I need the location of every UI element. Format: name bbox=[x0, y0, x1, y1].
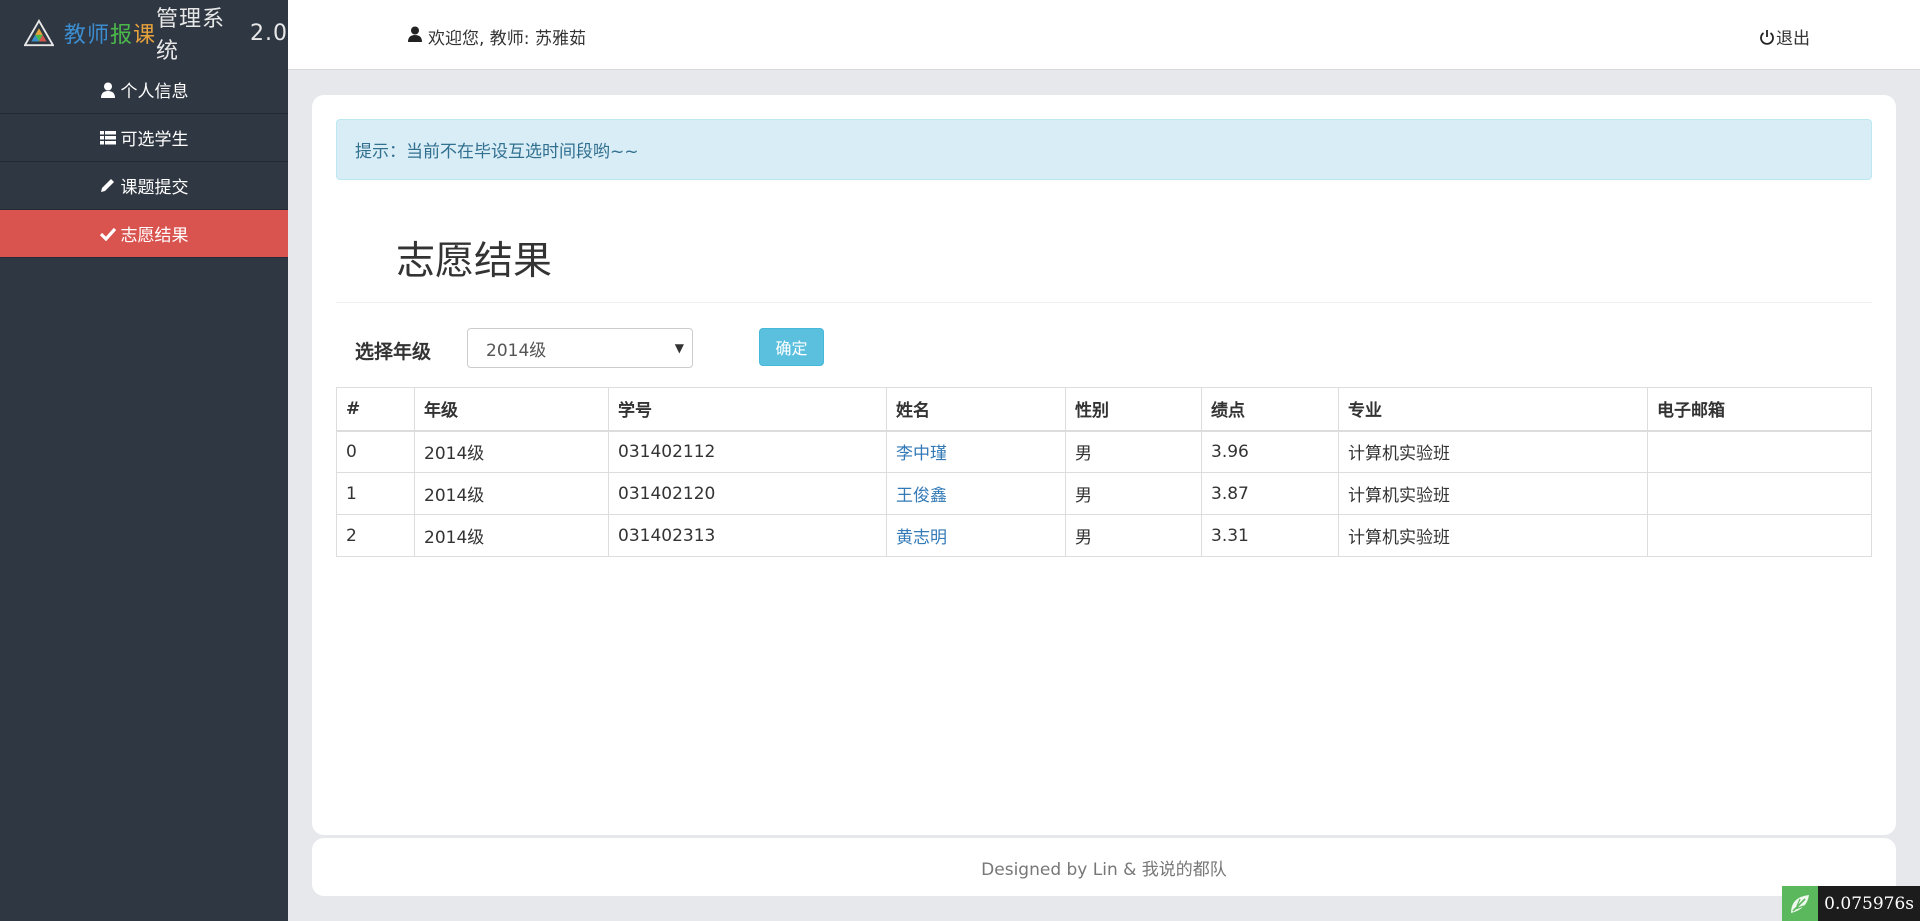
sidebar-item-profile[interactable]: 个人信息 bbox=[0, 66, 288, 114]
pencil-icon bbox=[100, 178, 116, 194]
brand-name: 管理系统 bbox=[155, 7, 225, 64]
table-row: 0 2014级 031402112 李中瑾 男 3.96 计算机实验班 bbox=[336, 430, 1872, 473]
sidebar-item-label: 可选学生 bbox=[120, 130, 189, 150]
list-icon bbox=[99, 130, 116, 146]
sidebar-item-label: 个人信息 bbox=[120, 82, 189, 102]
debug-timing-badge[interactable]: 0.075976s bbox=[1782, 886, 1920, 921]
page-title: 志愿结果 bbox=[396, 239, 553, 284]
table-row: 2 2014级 031402313 黄志明 男 3.31 计算机实验班 bbox=[336, 514, 1872, 557]
sidebar-item-label: 志愿结果 bbox=[120, 226, 189, 246]
col-header-major: 专业 bbox=[1338, 387, 1648, 432]
cell-major: 计算机实验班 bbox=[1338, 514, 1648, 557]
sidebar-item-label: 课题提交 bbox=[120, 178, 189, 198]
power-icon bbox=[1759, 29, 1775, 45]
brand[interactable]: 教师报课管理系统 2.0 bbox=[0, 0, 288, 66]
grade-select-value: 2014级 bbox=[486, 340, 547, 361]
cell-gender: 男 bbox=[1065, 514, 1202, 557]
footer-text: Designed by Lin & 我说的都队 bbox=[981, 859, 1227, 880]
cell-grade: 2014级 bbox=[414, 514, 609, 557]
logout-label: 退出 bbox=[1776, 29, 1810, 49]
check-icon bbox=[99, 226, 116, 242]
sidebar-item-results[interactable]: 志愿结果 bbox=[0, 210, 288, 258]
user-icon bbox=[408, 26, 422, 47]
cell-email bbox=[1647, 430, 1872, 473]
top-bar: 欢迎您, 教师: 苏雅茹 退出 bbox=[288, 0, 1920, 70]
divider bbox=[336, 302, 1872, 303]
cell-email bbox=[1647, 472, 1872, 515]
cell-index: 2 bbox=[336, 514, 415, 557]
info-alert: 提示：当前不在毕设互选时间段哟~~ bbox=[336, 119, 1872, 180]
cell-gpa: 3.31 bbox=[1201, 514, 1339, 557]
user-icon bbox=[100, 82, 116, 98]
cell-student-id: 031402112 bbox=[608, 430, 887, 473]
cell-gpa: 3.87 bbox=[1201, 472, 1339, 515]
cell-name: 黄志明 bbox=[886, 514, 1066, 557]
cell-grade: 2014级 bbox=[414, 472, 609, 515]
brand-char-4: 课 bbox=[132, 23, 156, 48]
brand-version: 2.0 bbox=[250, 20, 288, 46]
col-header-name: 姓名 bbox=[886, 387, 1066, 432]
cell-gender: 男 bbox=[1065, 472, 1202, 515]
cell-gpa: 3.96 bbox=[1201, 430, 1339, 473]
grade-select[interactable]: 2014级 ▼ bbox=[467, 328, 693, 368]
sidebar: 教师报课管理系统 2.0 个人信息 可选学生 课题提交 志愿结果 bbox=[0, 0, 288, 921]
cell-student-id: 031402313 bbox=[608, 514, 887, 557]
cell-name: 王俊鑫 bbox=[886, 472, 1066, 515]
cell-grade: 2014级 bbox=[414, 430, 609, 473]
col-header-grade: 年级 bbox=[414, 387, 609, 432]
cell-student-id: 031402120 bbox=[608, 472, 887, 515]
student-name-link[interactable]: 王俊鑫 bbox=[896, 486, 947, 506]
col-header-gender: 性别 bbox=[1065, 387, 1202, 432]
welcome-message: 欢迎您, 教师: 苏雅茹 bbox=[408, 24, 586, 49]
sidebar-item-topic-submit[interactable]: 课题提交 bbox=[0, 162, 288, 210]
leaf-icon bbox=[1782, 886, 1819, 921]
col-header-index: # bbox=[336, 387, 415, 432]
main-panel: 提示：当前不在毕设互选时间段哟~~ 志愿结果 选择年级 2014级 ▼ 确定 #… bbox=[312, 95, 1896, 835]
table-row: 1 2014级 031402120 王俊鑫 男 3.87 计算机实验班 bbox=[336, 472, 1872, 515]
confirm-button[interactable]: 确定 bbox=[759, 328, 824, 366]
caret-down-icon: ▼ bbox=[674, 341, 684, 355]
logo-icon bbox=[24, 19, 54, 47]
brand-char-1: 教 bbox=[63, 23, 87, 48]
brand-char-3: 报 bbox=[109, 23, 133, 48]
grade-label: 选择年级 bbox=[355, 341, 432, 363]
cell-major: 计算机实验班 bbox=[1338, 430, 1648, 473]
table-header-row: # 年级 学号 姓名 性别 绩点 专业 电子邮箱 bbox=[336, 387, 1872, 432]
alert-text: 提示：当前不在毕设互选时间段哟~~ bbox=[355, 142, 639, 162]
student-name-link[interactable]: 黄志明 bbox=[896, 528, 947, 548]
results-table: # 年级 学号 姓名 性别 绩点 专业 电子邮箱 0 2014级 0314021… bbox=[336, 387, 1872, 557]
col-header-student-id: 学号 bbox=[608, 387, 887, 432]
brand-char-2: 师 bbox=[86, 23, 110, 48]
cell-email bbox=[1647, 514, 1872, 557]
student-name-link[interactable]: 李中瑾 bbox=[896, 444, 947, 464]
timing-value: 0.075976s bbox=[1818, 886, 1920, 921]
col-header-email: 电子邮箱 bbox=[1647, 387, 1872, 432]
sidebar-item-students[interactable]: 可选学生 bbox=[0, 114, 288, 162]
welcome-text: 欢迎您, 教师: 苏雅茹 bbox=[428, 29, 586, 49]
cell-index: 0 bbox=[336, 430, 415, 473]
cell-major: 计算机实验班 bbox=[1338, 472, 1648, 515]
cell-name: 李中瑾 bbox=[886, 430, 1066, 473]
footer: Designed by Lin & 我说的都队 bbox=[312, 838, 1896, 896]
col-header-gpa: 绩点 bbox=[1201, 387, 1339, 432]
cell-index: 1 bbox=[336, 472, 415, 515]
logout-button[interactable]: 退出 bbox=[1759, 24, 1810, 49]
cell-gender: 男 bbox=[1065, 430, 1202, 473]
